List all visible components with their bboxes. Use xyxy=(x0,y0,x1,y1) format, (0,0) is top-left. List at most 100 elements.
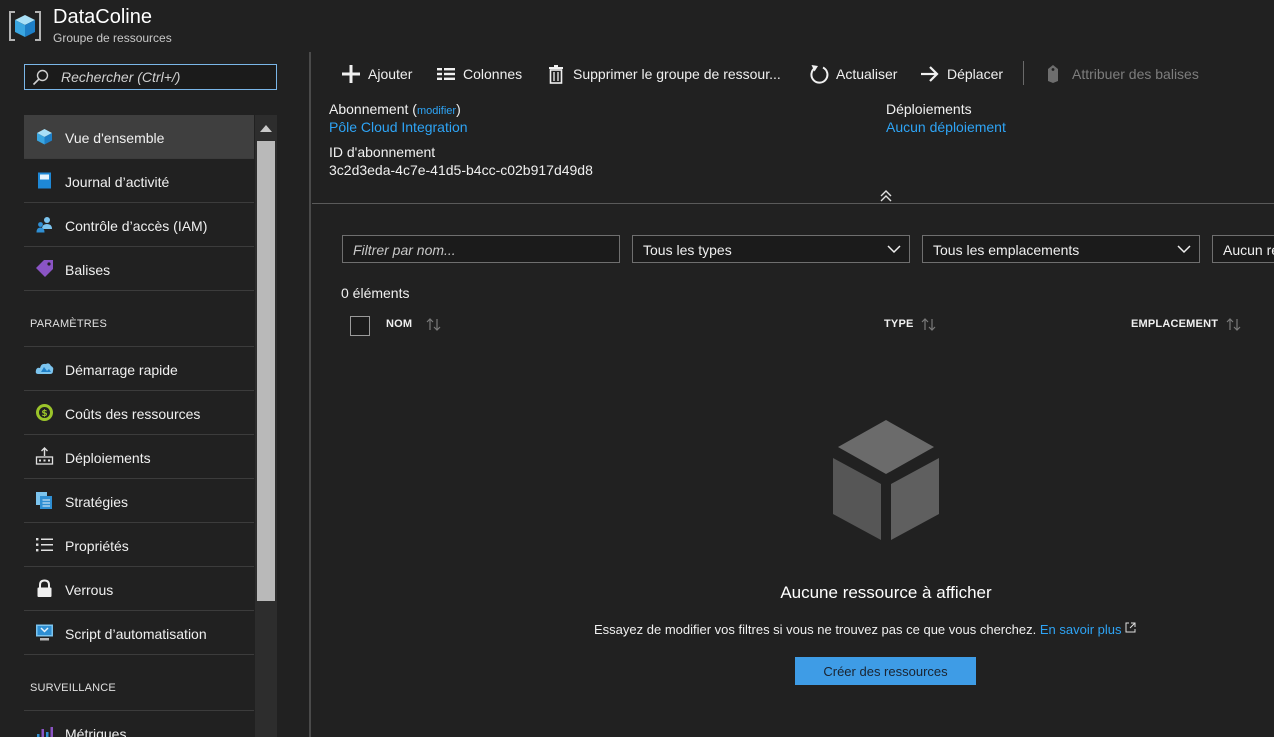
pane-divider xyxy=(309,52,311,737)
sort-icon[interactable] xyxy=(1226,318,1242,331)
plus-icon xyxy=(342,65,360,83)
sidebar-search[interactable] xyxy=(24,64,277,90)
sidebar-item-metrics[interactable]: Métriques xyxy=(24,711,254,737)
sidebar-item-label: Métriques xyxy=(65,726,127,737)
location-filter-dropdown[interactable]: Tous les emplacements xyxy=(922,235,1200,263)
sidebar-item-automation-script[interactable]: Script d’automatisation xyxy=(24,611,254,655)
location-filter-value: Tous les emplacements xyxy=(933,242,1080,258)
tag-icon xyxy=(1048,65,1058,83)
lock-icon xyxy=(37,579,52,597)
collapse-essentials-icon[interactable] xyxy=(878,188,894,204)
svg-text:$: $ xyxy=(41,409,47,419)
grouping-value: Aucun regroupement xyxy=(1223,242,1274,258)
section-header-label: SURVEILLANCE xyxy=(30,682,116,694)
cloud-icon xyxy=(35,363,54,374)
columns-button-label: Colonnes xyxy=(463,66,523,82)
sidebar-item-iam[interactable]: Contrôle d’accès (IAM) xyxy=(24,203,254,247)
sidebar-item-quickstart[interactable]: Démarrage rapide xyxy=(24,347,254,391)
empty-state-message: Essayez de modifier vos filtres si vous … xyxy=(594,622,1136,637)
delete-resource-group-button[interactable]: Supprimer le groupe de ressour... xyxy=(546,62,781,86)
toolbar-separator xyxy=(1023,61,1024,85)
sidebar-item-label: Balises xyxy=(65,262,111,278)
subscription-id-label: ID d'abonnement xyxy=(329,144,436,160)
subscription-label: Abonnement xyxy=(329,101,409,117)
refresh-button[interactable]: Actualiser xyxy=(809,62,897,86)
sidebar-item-label: Script d’automatisation xyxy=(65,626,207,642)
resource-group-subtitle: Groupe de ressources xyxy=(53,31,172,45)
section-header-label: PARAMÈTRES xyxy=(30,318,107,330)
sort-icon[interactable] xyxy=(426,318,442,331)
essentials-divider xyxy=(312,203,1274,204)
sidebar-item-label: Coûts des ressources xyxy=(65,406,201,422)
sidebar-item-policies[interactable]: Stratégies xyxy=(24,479,254,523)
book-icon xyxy=(38,172,51,189)
column-header-name[interactable]: NOM xyxy=(386,318,412,330)
subscription-name-link[interactable]: Pôle Cloud Integration xyxy=(329,119,468,135)
external-link-icon[interactable] xyxy=(1125,622,1136,633)
cube-icon xyxy=(37,129,52,145)
sidebar-item-label: Vue d'ensemble xyxy=(65,130,165,146)
subscription-id-value: 3c2d3eda-4c7e-41d5-b4cc-c02b917d49d8 xyxy=(329,162,593,178)
sidebar-item-label: Stratégies xyxy=(65,494,129,510)
sidebar-item-deployments[interactable]: Déploiements xyxy=(24,435,254,479)
empty-state-title: Aucune ressource à afficher xyxy=(780,583,992,602)
modify-subscription-link[interactable]: modifier xyxy=(417,105,456,117)
paren-close: ) xyxy=(456,101,461,117)
assign-tags-button[interactable]: Attribuer des balises xyxy=(1045,62,1199,86)
deployments-link[interactable]: Aucun déploiement xyxy=(886,119,1006,135)
sidebar-scrollbar[interactable] xyxy=(255,115,277,737)
type-filter-dropdown[interactable]: Tous les types xyxy=(632,235,910,263)
sidebar-item-label: Déploiements xyxy=(65,450,151,466)
item-count: 0 éléments xyxy=(341,285,410,301)
sidebar-search-input[interactable] xyxy=(61,68,266,86)
filter-by-name-input[interactable] xyxy=(353,241,608,258)
filter-by-name[interactable] xyxy=(342,235,620,263)
sidebar-item-tags[interactable]: Balises xyxy=(24,247,254,291)
search-icon xyxy=(32,69,49,86)
sidebar-item-label: Démarrage rapide xyxy=(65,362,178,378)
resource-group-icon xyxy=(9,11,41,41)
section-header-settings: PARAMÈTRES xyxy=(24,291,254,347)
assign-tags-label: Attribuer des balises xyxy=(1072,66,1199,82)
columns-icon xyxy=(437,68,455,80)
sidebar-item-overview[interactable]: Vue d'ensemble xyxy=(24,115,254,159)
learn-more-link[interactable]: En savoir plus xyxy=(1040,622,1122,637)
sidebar-item-locks[interactable]: Verrous xyxy=(24,567,254,611)
chevron-down-icon xyxy=(887,245,901,254)
column-header-location[interactable]: EMPLACEMENT xyxy=(1131,318,1218,330)
resource-group-title: DataColine xyxy=(53,6,152,28)
sidebar-item-resource-costs[interactable]: $ Coûts des ressources xyxy=(24,391,254,435)
chevron-down-icon xyxy=(1177,245,1191,254)
sidebar-item-activity-log[interactable]: Journal d’activité xyxy=(24,159,254,203)
scroll-up-arrow-icon[interactable] xyxy=(255,115,277,141)
add-button-label: Ajouter xyxy=(368,66,413,82)
section-header-monitoring: SURVEILLANCE xyxy=(24,655,254,711)
move-button[interactable]: Déplacer xyxy=(920,62,1003,86)
delete-resource-group-label: Supprimer le groupe de ressour... xyxy=(573,66,781,82)
select-all-checkbox[interactable] xyxy=(350,316,370,336)
cost-icon: $ xyxy=(36,404,53,421)
add-button[interactable]: Ajouter xyxy=(341,62,412,86)
grouping-dropdown[interactable]: Aucun regroupement xyxy=(1212,235,1274,263)
refresh-icon xyxy=(810,65,829,84)
sidebar-item-label: Verrous xyxy=(65,582,114,598)
sidebar-item-label: Journal d’activité xyxy=(65,174,170,190)
metrics-icon xyxy=(37,727,53,737)
sidebar-item-properties[interactable]: Propriétés xyxy=(24,523,254,567)
column-header-type[interactable]: TYPE xyxy=(884,318,914,330)
list-icon xyxy=(36,538,53,552)
type-filter-value: Tous les types xyxy=(643,242,732,258)
sidebar-item-label: Contrôle d’accès (IAM) xyxy=(65,218,208,234)
refresh-button-label: Actualiser xyxy=(836,66,898,82)
deployments-label: Déploiements xyxy=(886,101,972,117)
create-resources-button[interactable]: Créer des ressources xyxy=(795,657,976,685)
empty-cube-icon xyxy=(833,420,939,540)
empty-state-text: Essayez de modifier vos filtres si vous … xyxy=(594,622,1037,637)
columns-button[interactable]: Colonnes xyxy=(436,62,522,86)
sidebar-nav: Vue d'ensemble Journal d’activité Contrô… xyxy=(24,115,254,737)
sort-icon[interactable] xyxy=(921,318,937,331)
subscription-label-row: Abonnement (modifier) xyxy=(329,101,461,117)
move-button-label: Déplacer xyxy=(947,66,1004,82)
script-icon xyxy=(36,624,53,641)
scrollbar-thumb[interactable] xyxy=(257,141,275,601)
